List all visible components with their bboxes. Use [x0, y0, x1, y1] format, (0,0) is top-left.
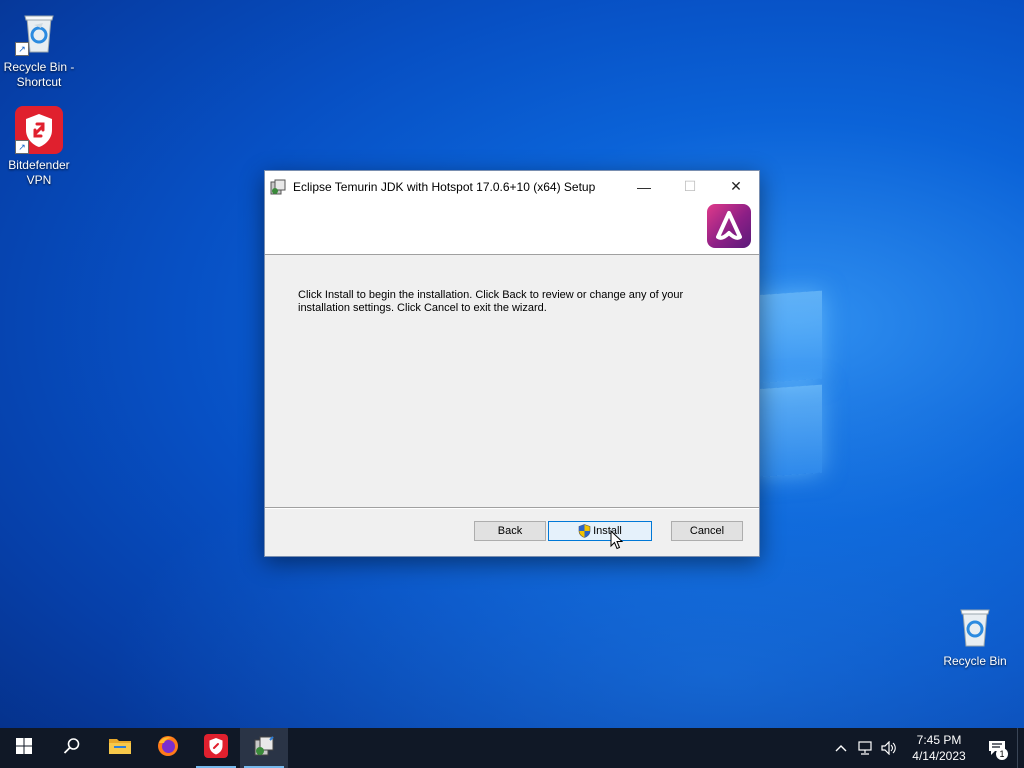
dialog-titlebar[interactable]: Eclipse Temurin JDK with Hotspot 17.0.6+…	[265, 171, 759, 202]
bitdefender-vpn-icon: ↗	[15, 106, 63, 154]
start-button[interactable]	[0, 728, 48, 768]
desktop: ↗ Recycle Bin - Shortcut ↗ Bitdefender V…	[0, 0, 1024, 768]
firefox-icon	[156, 734, 180, 762]
search-button[interactable]	[48, 728, 96, 768]
network-button[interactable]	[853, 728, 877, 768]
setup-dialog: Eclipse Temurin JDK with Hotspot 17.0.6+…	[264, 170, 760, 557]
network-icon	[858, 741, 872, 755]
volume-button[interactable]	[877, 728, 901, 768]
bitdefender-vpn-icon	[204, 734, 228, 762]
file-explorer-icon	[108, 736, 132, 760]
clock-time: 7:45 PM	[916, 733, 962, 747]
back-button[interactable]: Back	[474, 521, 546, 541]
system-tray: 7:45 PM 4/14/2023 1	[829, 728, 1024, 768]
tray-overflow-chevron[interactable]	[829, 728, 853, 768]
taskbar-bitdefender-vpn[interactable]	[192, 728, 240, 768]
shortcut-arrow-icon: ↗	[15, 140, 29, 154]
minimize-button[interactable]: —	[621, 171, 667, 202]
temurin-logo-icon	[707, 204, 751, 248]
notification-count-badge: 1	[996, 748, 1008, 760]
mouse-cursor-icon	[610, 529, 624, 550]
search-icon	[63, 737, 81, 759]
desktop-icon-label: Bitdefender VPN	[8, 158, 70, 187]
close-button[interactable]: ✕	[713, 171, 759, 202]
start-icon	[16, 738, 32, 758]
chevron-up-icon	[835, 745, 847, 752]
dialog-message: Click Install to begin the installation.…	[298, 289, 718, 315]
dialog-separator	[265, 507, 759, 509]
taskbar-setup-installer[interactable]	[240, 728, 288, 768]
desktop-icon-recycle-bin[interactable]: Recycle Bin	[937, 602, 1013, 669]
recycle-bin-icon	[951, 602, 999, 650]
recycle-bin-icon: ↗	[15, 8, 63, 56]
desktop-icon-recycle-bin-shortcut[interactable]: ↗ Recycle Bin - Shortcut	[1, 8, 77, 90]
taskbar-file-explorer[interactable]	[96, 728, 144, 768]
action-center-button[interactable]: 1	[977, 728, 1017, 768]
desktop-icon-label: Recycle Bin	[943, 654, 1007, 668]
maximize-button[interactable]: ☐	[667, 171, 713, 202]
setup-installer-icon	[269, 178, 287, 196]
cancel-button[interactable]: Cancel	[671, 521, 743, 541]
show-desktop-button[interactable]	[1017, 728, 1024, 768]
desktop-icon-bitdefender-vpn[interactable]: ↗ Bitdefender VPN	[1, 106, 77, 188]
clock-date: 4/14/2023	[912, 749, 966, 763]
desktop-icon-label: Recycle Bin - Shortcut	[3, 60, 75, 89]
dialog-message-line: Click Install to begin the installation.…	[298, 289, 684, 301]
speaker-icon	[881, 741, 896, 755]
setup-installer-icon	[252, 734, 276, 762]
shortcut-arrow-icon: ↗	[15, 42, 29, 56]
dialog-title: Eclipse Temurin JDK with Hotspot 17.0.6+…	[293, 179, 596, 194]
taskbar: 7:45 PM 4/14/2023 1	[0, 728, 1024, 768]
taskbar-clock[interactable]: 7:45 PM 4/14/2023	[901, 732, 977, 764]
dialog-message-line: installation settings. Click Cancel to e…	[298, 302, 547, 314]
taskbar-firefox[interactable]	[144, 728, 192, 768]
uac-shield-icon	[578, 524, 591, 538]
install-button[interactable]: Install	[548, 521, 652, 541]
windows-logo-wallpaper	[752, 282, 824, 483]
dialog-banner	[265, 202, 759, 255]
